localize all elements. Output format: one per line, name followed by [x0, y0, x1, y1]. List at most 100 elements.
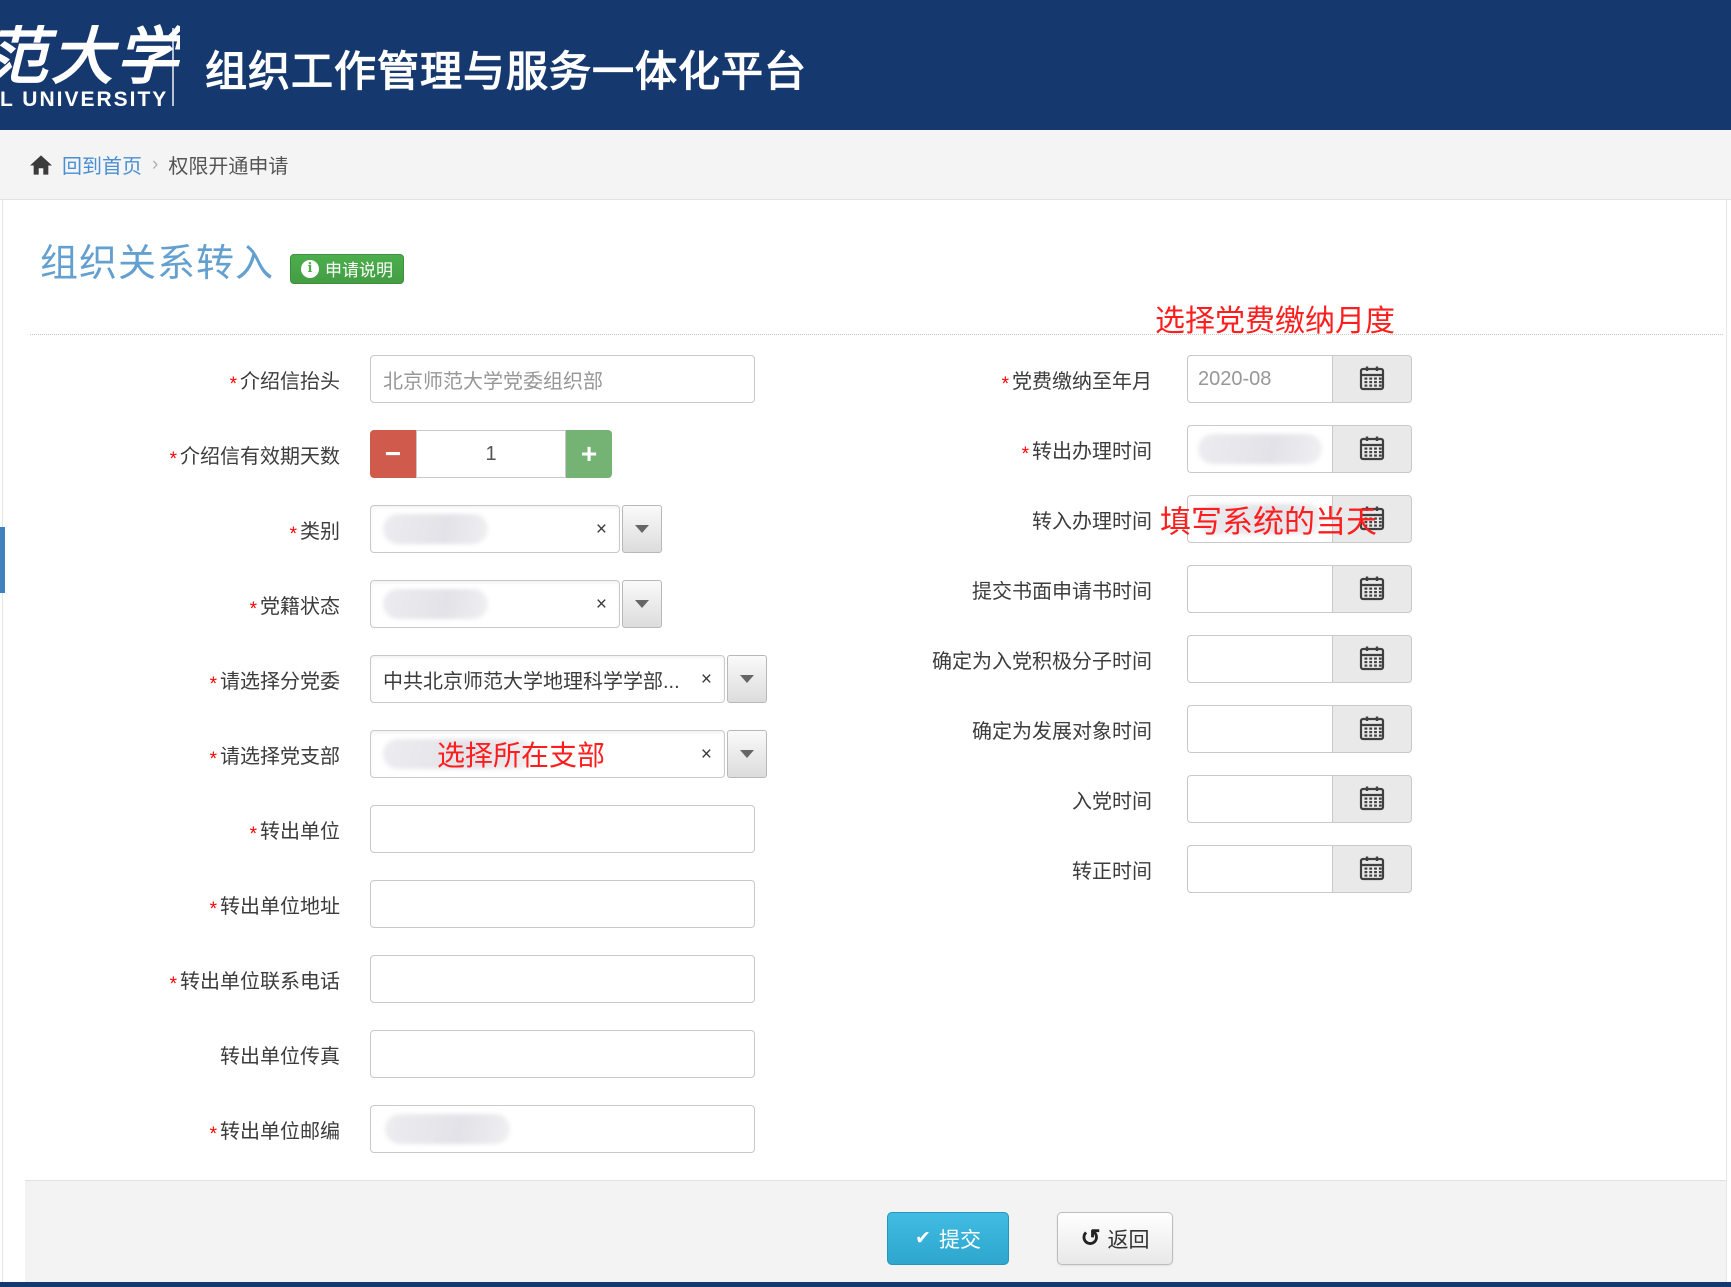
select-value-box[interactable]: 中共北京师范大学地理科学学部...×	[370, 655, 725, 703]
increment-button[interactable]: +	[566, 430, 612, 478]
calendar-button[interactable]	[1332, 425, 1412, 473]
clear-icon[interactable]: ×	[596, 520, 607, 539]
field-control	[1187, 495, 1412, 543]
field-control	[370, 1030, 755, 1078]
caret-down-icon	[635, 600, 649, 608]
text-input[interactable]	[370, 1105, 755, 1153]
date-input[interactable]	[1187, 705, 1332, 753]
form-row: *请选择党支部×选择所在支部	[30, 730, 770, 778]
field-label-text: 介绍信有效期天数	[180, 446, 340, 468]
form-row: *请选择分党委中共北京师范大学地理科学学部...×	[30, 655, 770, 703]
field-label-text: 确定为发展对象时间	[972, 721, 1152, 743]
field-label-text: 转出单位	[260, 821, 340, 843]
redacted-value	[1198, 504, 1322, 534]
field-control	[1187, 705, 1412, 753]
field-control	[1187, 845, 1412, 893]
field-label: *类别	[30, 515, 370, 544]
calendar-button[interactable]	[1332, 845, 1412, 893]
clear-icon[interactable]: ×	[701, 745, 712, 764]
field-control	[370, 1105, 755, 1153]
calendar-icon	[1359, 855, 1385, 884]
back-button-label: 返回	[1108, 1224, 1150, 1254]
date-input[interactable]	[1187, 775, 1332, 823]
redacted-value	[383, 739, 533, 769]
number-input[interactable]: 1	[416, 430, 566, 478]
required-asterisk: *	[250, 599, 257, 620]
required-asterisk: *	[210, 749, 217, 770]
select-value-box[interactable]: ×	[370, 730, 725, 778]
field-label-text: 党费缴纳至年月	[1012, 371, 1152, 393]
logo-english-text: L UNIVERSITY	[0, 88, 168, 112]
text-input[interactable]	[370, 805, 755, 853]
bottom-bar	[0, 1282, 1731, 1287]
field-label: 提交书面申请书时间	[760, 575, 1187, 604]
clear-icon[interactable]: ×	[596, 595, 607, 614]
field-label-text: 类别	[300, 521, 340, 543]
redacted-value	[383, 514, 488, 544]
field-label-text: 转出单位传真	[220, 1046, 340, 1068]
decrement-button[interactable]: −	[370, 430, 416, 478]
date-field	[1187, 705, 1412, 753]
calendar-button[interactable]	[1332, 495, 1412, 543]
text-input[interactable]	[370, 1030, 755, 1078]
date-field	[1187, 845, 1412, 893]
date-input[interactable]: 2020-08	[1187, 355, 1332, 403]
text-input[interactable]	[370, 880, 755, 928]
form-row: 转出单位传真	[30, 1030, 770, 1078]
form-row: 转正时间	[760, 845, 1460, 893]
text-input[interactable]: 北京师范大学党委组织部	[370, 355, 755, 403]
clear-icon[interactable]: ×	[701, 670, 712, 689]
submit-button[interactable]: ✔ 提交	[887, 1212, 1009, 1265]
dropdown-toggle[interactable]	[622, 580, 662, 628]
check-icon: ✔	[915, 1227, 931, 1250]
header-divider	[172, 28, 174, 106]
calendar-button[interactable]	[1332, 705, 1412, 753]
calendar-icon	[1359, 365, 1385, 394]
field-label-text: 确定为入党积极分子时间	[932, 651, 1152, 673]
calendar-icon	[1359, 645, 1385, 674]
field-label: *党费缴纳至年月	[760, 365, 1187, 394]
date-input[interactable]	[1187, 425, 1332, 473]
calendar-button[interactable]	[1332, 775, 1412, 823]
date-field: 2020-08	[1187, 355, 1412, 403]
required-asterisk: *	[230, 374, 237, 395]
date-input[interactable]	[1187, 845, 1332, 893]
field-control: ×	[370, 580, 662, 628]
calendar-button[interactable]	[1332, 355, 1412, 403]
info-badge-button[interactable]: i 申请说明	[290, 254, 404, 284]
field-control	[1187, 425, 1412, 473]
field-label: 确定为入党积极分子时间	[760, 645, 1187, 674]
select-input: ×	[370, 730, 767, 778]
field-label: *转出单位联系电话	[30, 965, 370, 994]
select-value-box[interactable]: ×	[370, 580, 620, 628]
breadcrumb-home-link[interactable]: 回到首页	[62, 150, 142, 179]
side-panel-handle[interactable]	[0, 527, 5, 593]
calendar-icon	[1359, 785, 1385, 814]
calendar-icon	[1359, 435, 1385, 464]
back-button[interactable]: ↺ 返回	[1057, 1212, 1173, 1265]
dropdown-toggle[interactable]	[622, 505, 662, 553]
form-row: *转出单位	[30, 805, 770, 853]
required-asterisk: *	[170, 974, 177, 995]
red-annotation-fee-month: 选择党费缴纳月度	[1155, 296, 1395, 340]
page-title: 组织关系转入	[40, 243, 274, 287]
field-label: *转出单位	[30, 815, 370, 844]
field-label-text: 转出单位邮编	[220, 1121, 340, 1143]
home-icon[interactable]	[30, 155, 52, 176]
redacted-value	[1198, 434, 1322, 464]
calendar-button[interactable]	[1332, 565, 1412, 613]
university-logo: 范大学 L UNIVERSITY	[0, 0, 180, 130]
date-input[interactable]	[1187, 495, 1332, 543]
calendar-button[interactable]	[1332, 635, 1412, 683]
field-label: *转出单位地址	[30, 890, 370, 919]
form-row: 转入办理时间填写系统的当天	[760, 495, 1460, 543]
field-label: *转出单位邮编	[30, 1115, 370, 1144]
calendar-icon	[1359, 715, 1385, 744]
date-input[interactable]	[1187, 635, 1332, 683]
text-input[interactable]	[370, 955, 755, 1003]
date-input[interactable]	[1187, 565, 1332, 613]
select-value-box[interactable]: ×	[370, 505, 620, 553]
required-asterisk: *	[210, 674, 217, 695]
field-label-text: 介绍信抬头	[240, 371, 340, 393]
form-row: *党费缴纳至年月2020-08	[760, 355, 1460, 403]
